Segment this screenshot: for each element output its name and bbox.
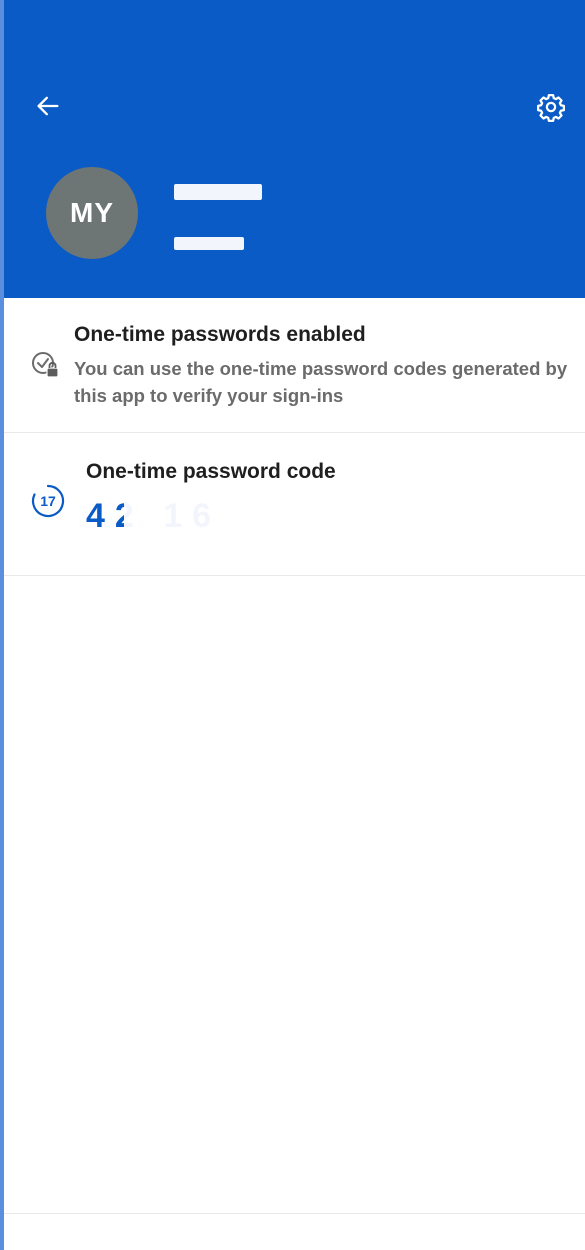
- timer-seconds: 17: [40, 493, 56, 509]
- redacted-account-name: [174, 184, 262, 200]
- back-button[interactable]: [30, 88, 66, 124]
- countdown-timer-icon: 17: [31, 484, 65, 518]
- redacted-code-digits: [124, 501, 219, 541]
- gear-icon: [537, 94, 565, 122]
- otp-status-description: You can use the one-time password codes …: [74, 358, 568, 406]
- otp-code-row[interactable]: 17 One-time password code 42 16: [4, 433, 585, 576]
- settings-button[interactable]: [532, 88, 570, 126]
- arrow-left-icon: [37, 96, 59, 116]
- account-header: MY: [4, 0, 585, 298]
- redacted-account-username: [174, 237, 244, 250]
- bottom-divider: [4, 1213, 585, 1214]
- avatar: MY: [46, 167, 138, 259]
- check-lock-icon: [32, 352, 59, 378]
- otp-status-row: One-time passwords enabled You can use t…: [4, 298, 585, 433]
- otp-status-title: One-time passwords enabled: [74, 323, 366, 346]
- otp-code-title: One-time password code: [86, 460, 336, 483]
